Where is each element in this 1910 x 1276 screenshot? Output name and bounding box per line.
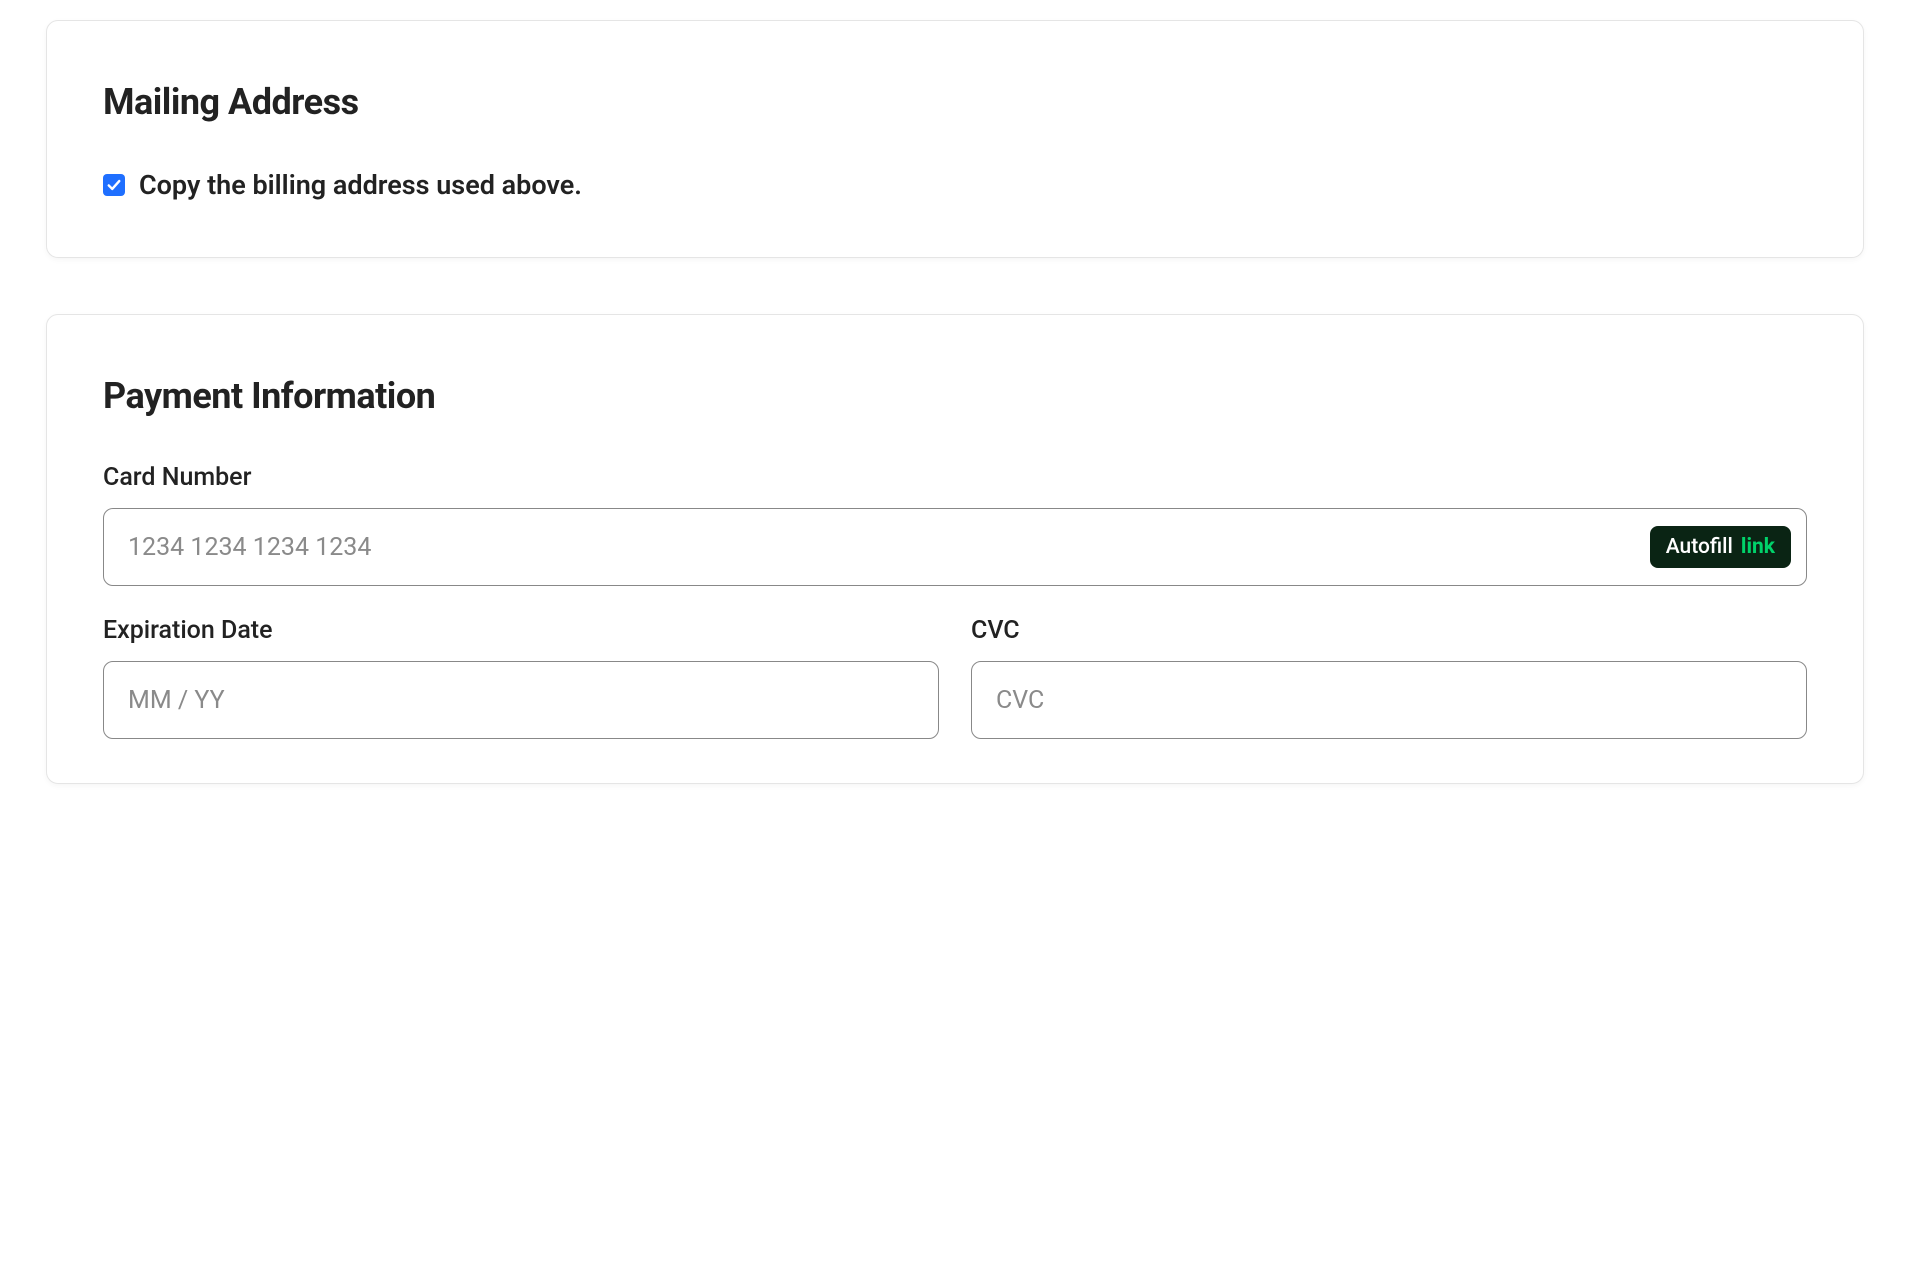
cvc-label: CVC <box>971 616 1807 645</box>
copy-billing-checkbox-row[interactable]: Copy the billing address used above. <box>103 169 1807 201</box>
copy-billing-checkbox[interactable] <box>103 174 125 196</box>
autofill-link-button[interactable]: Autofill link <box>1650 526 1791 568</box>
card-number-input[interactable] <box>103 508 1807 586</box>
autofill-text: Autofill <box>1666 535 1733 559</box>
expiration-field-group: Expiration Date <box>103 616 939 739</box>
autofill-link-text: link <box>1741 535 1775 559</box>
mailing-address-title: Mailing Address <box>103 81 1807 123</box>
checkmark-icon <box>107 178 121 192</box>
expiration-input[interactable] <box>103 661 939 739</box>
cvc-input[interactable] <box>971 661 1807 739</box>
card-number-input-wrapper: Autofill link <box>103 508 1807 586</box>
card-number-field-group: Card Number Autofill link <box>103 463 1807 586</box>
cvc-field-group: CVC <box>971 616 1807 739</box>
card-number-label: Card Number <box>103 463 1807 492</box>
payment-information-card: Payment Information Card Number Autofill… <box>46 314 1864 784</box>
copy-billing-label[interactable]: Copy the billing address used above. <box>139 169 582 201</box>
payment-information-title: Payment Information <box>103 375 1807 417</box>
mailing-address-card: Mailing Address Copy the billing address… <box>46 20 1864 258</box>
expiration-label: Expiration Date <box>103 616 939 645</box>
